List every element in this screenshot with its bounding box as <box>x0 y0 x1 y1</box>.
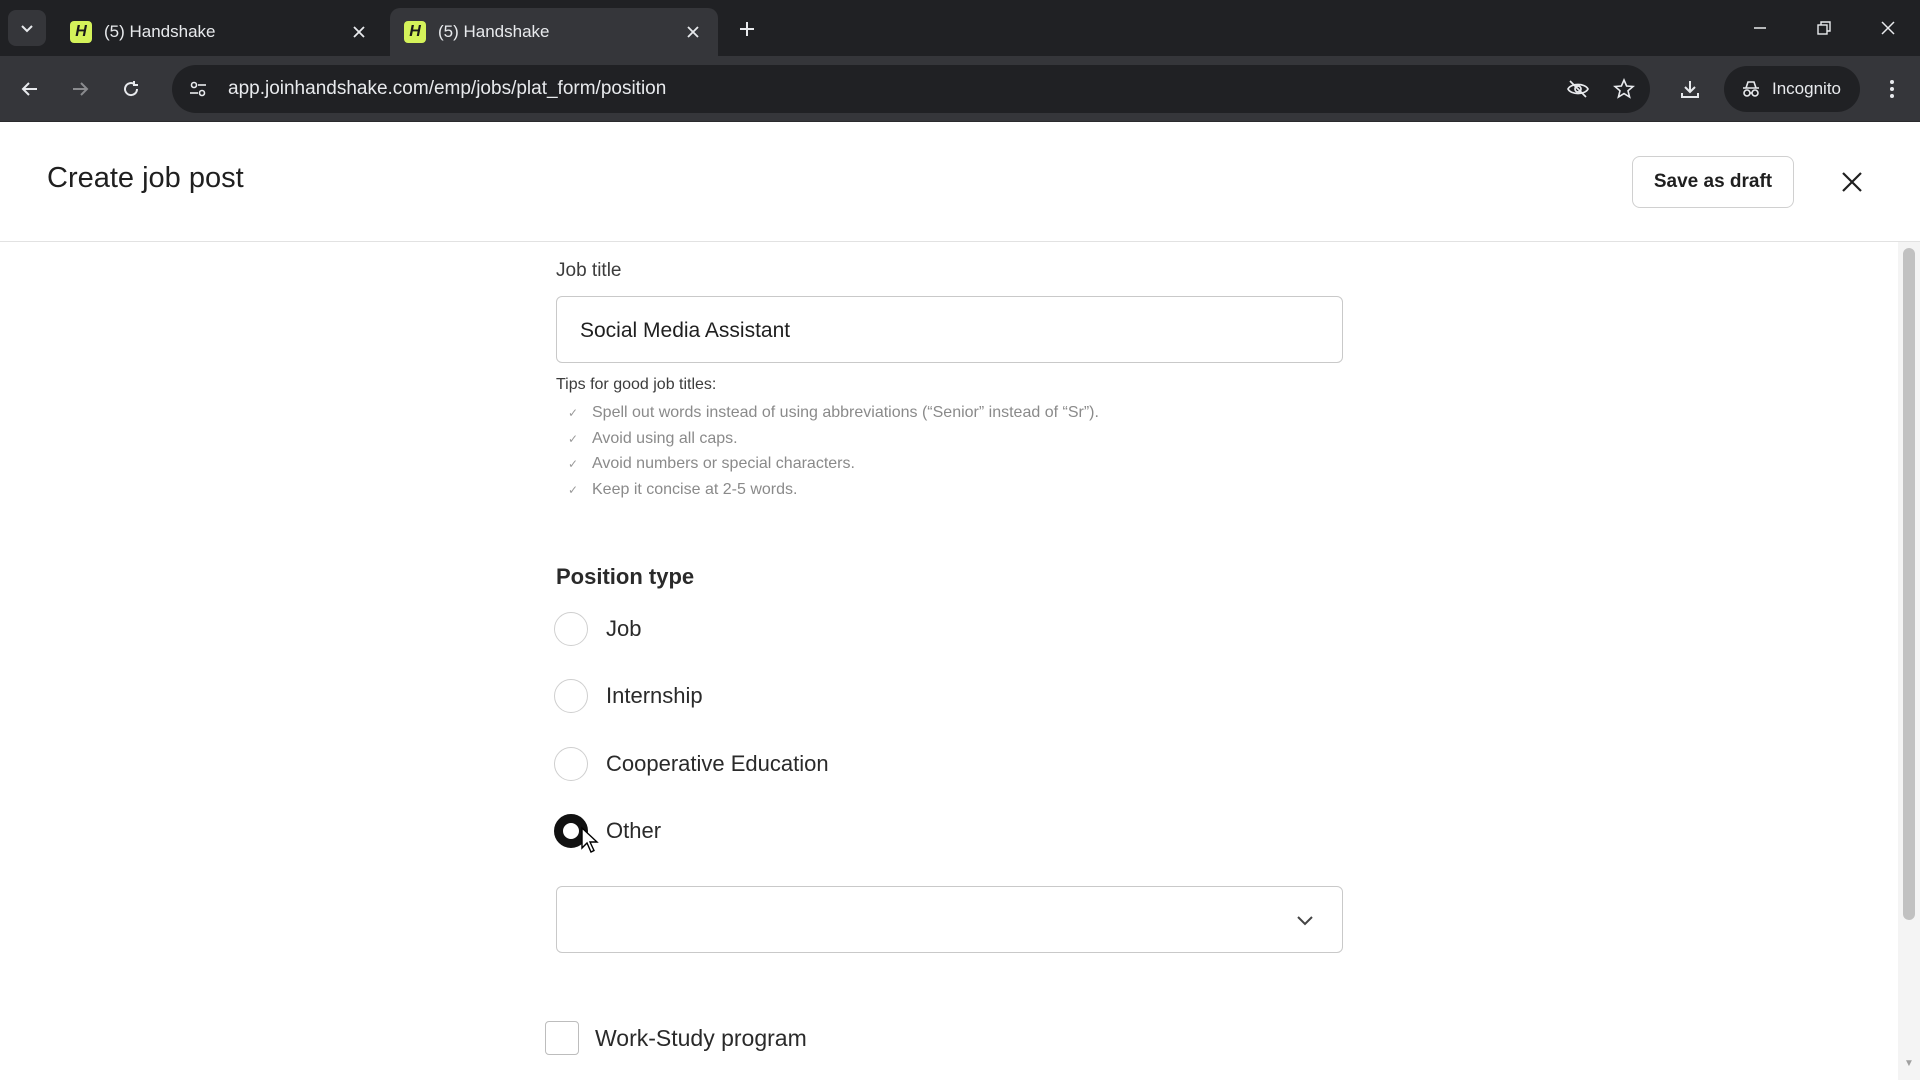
check-icon: ✓ <box>568 432 579 446</box>
radio-label[interactable]: Cooperative Education <box>606 751 829 777</box>
work-study-label[interactable]: Work-Study program <box>595 1025 807 1052</box>
close-page-button[interactable] <box>1832 162 1872 202</box>
minimize-button[interactable] <box>1740 10 1780 46</box>
close-icon <box>353 26 365 38</box>
tip-text: Spell out words instead of using abbrevi… <box>592 404 1099 421</box>
page-header: Create job post Save as draft <box>0 122 1920 242</box>
scroll-down-arrow-icon[interactable]: ▼ <box>1903 1058 1915 1070</box>
radio-option-job[interactable]: Job <box>554 612 641 646</box>
browser-tab-1[interactable]: H (5) Handshake <box>56 8 384 56</box>
restore-icon <box>1817 21 1831 35</box>
tab-search-button[interactable] <box>8 10 46 46</box>
job-form: Job title Social Media Assistant Tips fo… <box>0 242 1920 1080</box>
tune-icon <box>190 81 206 97</box>
check-icon: ✓ <box>568 483 579 497</box>
close-icon <box>1842 172 1862 192</box>
job-title-label: Job title <box>556 260 622 281</box>
tip-text: Avoid using all caps. <box>592 430 738 447</box>
tip-text: Keep it concise at 2-5 words. <box>592 481 798 498</box>
radio-option-other[interactable]: Other <box>554 814 661 848</box>
check-icon: ✓ <box>568 457 579 471</box>
restore-button[interactable] <box>1804 10 1844 46</box>
window-close-button[interactable] <box>1868 10 1908 46</box>
radio-option-internship[interactable]: Internship <box>554 679 703 713</box>
chevron-down-icon <box>21 25 33 33</box>
back-button[interactable] <box>12 71 48 107</box>
handshake-favicon-icon: H <box>404 21 426 43</box>
save-as-draft-button[interactable]: Save as draft <box>1632 156 1794 208</box>
tip-item: ✓ Avoid using all caps. <box>568 430 738 448</box>
radio-option-cooperative-education[interactable]: Cooperative Education <box>554 747 829 781</box>
reload-icon <box>124 81 139 97</box>
browser-toolbar: app.joinhandshake.com/emp/jobs/plat_form… <box>0 56 1920 122</box>
reload-button[interactable] <box>113 71 149 107</box>
incognito-label: Incognito <box>1772 79 1841 98</box>
address-bar[interactable]: app.joinhandshake.com/emp/jobs/plat_form… <box>172 65 1650 113</box>
incognito-icon <box>1743 81 1759 97</box>
job-title-value[interactable]: Social Media Assistant <box>580 319 790 343</box>
arrow-left-icon <box>21 82 37 96</box>
tracking-protection-button[interactable] <box>1558 69 1598 109</box>
radio-button[interactable] <box>554 612 588 646</box>
scrollbar-thumb[interactable] <box>1903 248 1915 920</box>
mouse-cursor-icon <box>581 826 599 853</box>
incognito-profile-button[interactable]: Incognito <box>1724 66 1860 112</box>
radio-button[interactable] <box>554 679 588 713</box>
tip-item: ✓ Spell out words instead of using abbrev… <box>568 404 1099 422</box>
check-icon: ✓ <box>568 406 579 420</box>
arrow-right-icon <box>73 82 89 96</box>
radio-label[interactable]: Job <box>606 616 641 642</box>
new-tab-button[interactable] <box>732 14 762 44</box>
browser-tab-2[interactable]: H (5) Handshake <box>390 8 718 56</box>
forward-button[interactable] <box>62 71 98 107</box>
tip-text: Avoid numbers or special characters. <box>592 455 855 472</box>
other-position-type-select[interactable] <box>556 886 1343 953</box>
job-title-input[interactable]: Social Media Assistant <box>556 296 1343 363</box>
tab-close-button[interactable] <box>348 21 370 43</box>
browser-tab-bar: H (5) Handshake H (5) Handshake <box>0 0 1920 56</box>
handshake-favicon-icon: H <box>70 21 92 43</box>
radio-button[interactable] <box>554 747 588 781</box>
tip-item: ✓ Keep it concise at 2-5 words. <box>568 481 797 499</box>
chevron-down-icon <box>1297 916 1313 926</box>
radio-label[interactable]: Other <box>606 818 661 844</box>
site-info-button[interactable] <box>178 69 218 109</box>
download-icon <box>1681 81 1699 98</box>
tips-title: Tips for good job titles: <box>556 376 717 393</box>
close-icon <box>687 26 699 38</box>
more-vertical-icon <box>1890 80 1894 98</box>
work-study-checkbox-row[interactable]: Work-Study program <box>545 1021 807 1055</box>
browser-menu-button[interactable] <box>1874 71 1910 107</box>
eye-off-icon <box>1567 80 1589 98</box>
downloads-button[interactable] <box>1670 69 1710 109</box>
bookmark-star-button[interactable] <box>1604 69 1644 109</box>
work-study-checkbox[interactable] <box>545 1021 579 1055</box>
star-icon <box>1613 78 1635 99</box>
radio-label[interactable]: Internship <box>606 683 703 709</box>
url-text[interactable]: app.joinhandshake.com/emp/jobs/plat_form… <box>228 78 1558 100</box>
tab-close-button[interactable] <box>682 21 704 43</box>
tab-title: (5) Handshake <box>104 22 216 41</box>
plus-icon <box>740 22 754 36</box>
position-type-heading: Position type <box>556 564 695 589</box>
minimize-icon <box>1754 27 1766 29</box>
tip-item: ✓ Avoid numbers or special characters. <box>568 455 855 473</box>
page-title: Create job post <box>47 162 244 194</box>
tab-title: (5) Handshake <box>438 22 550 41</box>
close-icon <box>1881 21 1895 35</box>
